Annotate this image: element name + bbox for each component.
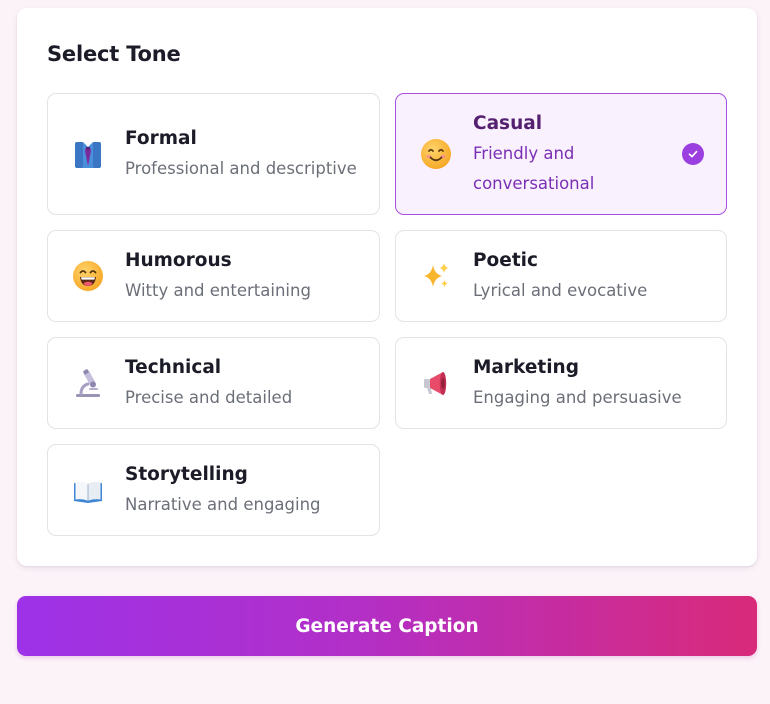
tone-name: Humorous: [125, 250, 232, 271]
tone-option-casual[interactable]: Casual Friendly and conversational: [395, 93, 727, 215]
necktie-icon: [71, 137, 105, 171]
panel-title: Select Tone: [47, 42, 181, 66]
tone-description: Precise and detailed: [125, 388, 293, 407]
tone-option-marketing[interactable]: Marketing Engaging and persuasive: [395, 337, 727, 429]
tone-name: Technical: [125, 357, 222, 378]
tone-description-line-2: conversational: [473, 174, 595, 193]
tone-selector-panel: Select Tone Formal Professional and desc…: [17, 8, 757, 566]
tone-option-humorous[interactable]: Humorous Witty and entertaining: [47, 230, 380, 322]
tone-description: Professional and descriptive: [125, 159, 357, 178]
tone-description-line-1: Friendly and: [473, 144, 575, 163]
check-icon: [682, 143, 704, 165]
smiling-face-icon: [419, 137, 453, 171]
sparkles-icon: [419, 259, 453, 293]
tone-grid: Formal Professional and descriptive Casu…: [47, 93, 727, 551]
generate-caption-button[interactable]: Generate Caption: [17, 596, 757, 656]
tone-option-poetic[interactable]: Poetic Lyrical and evocative: [395, 230, 727, 322]
megaphone-icon: [419, 366, 453, 400]
tone-option-storytelling[interactable]: Storytelling Narrative and engaging: [47, 444, 380, 536]
tone-description: Engaging and persuasive: [473, 388, 682, 407]
tone-description: Witty and entertaining: [125, 281, 311, 300]
tone-description: Narrative and engaging: [125, 495, 321, 514]
grinning-face-icon: [71, 259, 105, 293]
tone-name: Poetic: [473, 250, 538, 271]
tone-option-technical[interactable]: Technical Precise and detailed: [47, 337, 380, 429]
microscope-icon: [71, 366, 105, 400]
tone-name: Formal: [125, 128, 197, 149]
tone-name: Storytelling: [125, 464, 248, 485]
tone-description: Lyrical and evocative: [473, 281, 648, 300]
tone-name: Marketing: [473, 357, 579, 378]
tone-option-formal[interactable]: Formal Professional and descriptive: [47, 93, 380, 215]
open-book-icon: [71, 473, 105, 507]
tone-name: Casual: [473, 113, 543, 134]
